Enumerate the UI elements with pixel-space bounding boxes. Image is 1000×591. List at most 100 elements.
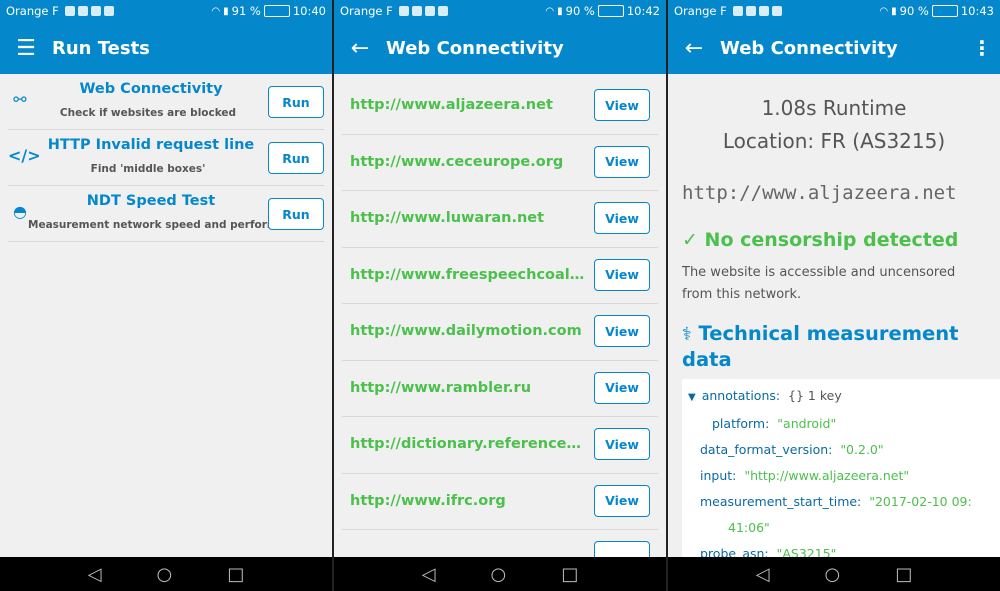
json-row-annotations[interactable]: ▼ annotations: {} 1 key xyxy=(688,383,994,411)
url-label: http://www.ceceurope.org xyxy=(350,153,564,170)
test-item-web-connectivity: ⚯ Web Connectivity Check if websites are… xyxy=(8,74,324,130)
view-button[interactable]: View xyxy=(594,484,650,517)
technical-data-title: Technical measurement data xyxy=(682,322,959,371)
verdict-label: No censorship detected xyxy=(704,229,959,251)
system-nav-bar: ◁ ○ □ xyxy=(668,557,1000,591)
url-label: http://www.freespeechcoalitio... xyxy=(350,266,586,283)
stethoscope-icon: ⚕ xyxy=(682,324,692,345)
technical-data-heading: ⚕ Technical measurement data xyxy=(682,321,992,372)
json-key: probe_asn: xyxy=(700,546,769,557)
battery-icon xyxy=(931,5,958,17)
url-label: http://dictionary.reference.com xyxy=(350,436,586,452)
view-button-partial[interactable] xyxy=(594,541,650,557)
home-nav-icon[interactable]: ○ xyxy=(491,564,507,585)
back-arrow-icon[interactable]: ← xyxy=(668,36,720,61)
list-item[interactable]: http://www.dailymotion.com View xyxy=(342,304,658,361)
back-nav-icon[interactable]: ◁ xyxy=(88,564,102,585)
clock: 10:40 xyxy=(292,4,326,18)
list-item[interactable]: http://www.ifrc.org View xyxy=(342,474,658,530)
view-button[interactable]: View xyxy=(594,89,650,121)
measurement-detail: 1.08s Runtime Location: FR (AS3215) http… xyxy=(668,74,1000,557)
view-button[interactable]: View xyxy=(594,145,650,178)
hamburger-menu-icon[interactable]: ☰ xyxy=(0,36,52,61)
view-button[interactable]: View xyxy=(594,202,650,234)
json-meta: {} 1 key xyxy=(788,388,842,403)
carrier-label: Orange F xyxy=(340,4,393,18)
view-button[interactable]: View xyxy=(594,371,650,404)
status-bar: Orange F ◠ ▮ 90 % 10:42 xyxy=(334,0,666,22)
system-nav-bar: ◁ ○ □ xyxy=(0,557,332,591)
json-key: data_format_version: xyxy=(700,442,833,457)
collapse-triangle-icon[interactable]: ▼ xyxy=(688,392,696,403)
app-bar: ☰ Run Tests xyxy=(0,22,332,74)
url-label: http://www.rambler.ru xyxy=(350,379,532,396)
url-label: http://www.luwaran.net xyxy=(350,210,545,226)
back-nav-icon[interactable]: ◁ xyxy=(756,564,770,585)
wifi-icon: ◠ xyxy=(211,5,221,17)
input-url: http://www.aljazeera.net xyxy=(682,182,957,204)
test-description: Measurement network speed and performanc… xyxy=(28,219,306,231)
json-key: input: xyxy=(700,468,737,483)
home-nav-icon[interactable]: ○ xyxy=(157,564,173,585)
recents-nav-icon[interactable]: □ xyxy=(227,564,244,585)
url-list-screen: Orange F ◠ ▮ 90 % 10:42 ← Web Connectivi… xyxy=(334,0,666,591)
wifi-icon: ◠ xyxy=(545,5,555,17)
notification-icons xyxy=(64,6,114,16)
url-label: http://www.ifrc.org xyxy=(350,492,506,509)
home-nav-icon[interactable]: ○ xyxy=(825,564,841,585)
back-arrow-icon[interactable]: ← xyxy=(334,36,386,61)
test-name: HTTP Invalid request line xyxy=(47,137,255,153)
page-title: Web Connectivity xyxy=(720,37,898,59)
clock: 10:42 xyxy=(626,4,660,18)
battery-label: 90 % xyxy=(565,4,595,18)
notification-icons xyxy=(398,6,448,16)
notification-icons xyxy=(732,6,782,16)
json-value: "AS3215" xyxy=(776,546,837,557)
status-bar: Orange F ◠ ▮ 91 % 10:40 xyxy=(0,0,332,22)
app-bar: ← Web Connectivity xyxy=(334,22,666,74)
location-label: Location: FR (AS3215) xyxy=(722,129,946,153)
json-row-platform: platform: "android" xyxy=(688,411,994,437)
run-button[interactable]: Run xyxy=(268,86,324,118)
list-item[interactable]: http://www.freespeechcoalitio... View xyxy=(342,248,658,304)
more-vert-icon[interactable]: ⋮ xyxy=(964,36,1000,60)
view-button[interactable]: View xyxy=(594,315,650,347)
list-item[interactable]: http://www.rambler.ru View xyxy=(342,361,658,417)
json-row-data-format-version: data_format_version: "0.2.0" xyxy=(688,437,994,463)
app-bar: ← Web Connectivity ⋮ xyxy=(668,22,1000,74)
list-item[interactable]: http://dictionary.reference.com View xyxy=(342,417,658,474)
test-name: NDT Speed Test xyxy=(86,193,216,209)
list-item-partial[interactable] xyxy=(342,530,658,557)
test-item-http-invalid-request-line: </> HTTP Invalid request line Find 'midd… xyxy=(8,130,324,186)
check-circle-icon: ✓ xyxy=(682,229,698,251)
wifi-icon: ◠ xyxy=(879,5,889,17)
json-row-input: input: "http://www.aljazeera.net" xyxy=(688,463,994,489)
json-viewer: ▼ annotations: {} 1 key platform: "androi… xyxy=(682,379,1000,557)
back-nav-icon[interactable]: ◁ xyxy=(422,564,436,585)
battery-icon xyxy=(597,5,624,17)
json-value: "http://www.aljazeera.net" xyxy=(744,468,910,483)
signal-icon: ▮ xyxy=(223,5,229,17)
verdict-description: The website is accessible and uncensored… xyxy=(682,265,956,302)
runtime-label: 1.08s Runtime xyxy=(761,96,907,120)
list-item[interactable]: http://www.luwaran.net View xyxy=(342,191,658,248)
view-button[interactable]: View xyxy=(594,428,650,460)
url-list: http://www.aljazeera.net View http://www… xyxy=(334,74,666,557)
view-button[interactable]: View xyxy=(594,258,650,291)
carrier-label: Orange F xyxy=(6,4,59,18)
test-list: ⚯ Web Connectivity Check if websites are… xyxy=(0,74,332,557)
recents-nav-icon[interactable]: □ xyxy=(561,564,578,585)
test-description: Find 'middle boxes' xyxy=(90,163,206,175)
url-label: http://www.aljazeera.net xyxy=(350,97,553,113)
test-name: Web Connectivity xyxy=(79,81,223,97)
run-button[interactable]: Run xyxy=(268,142,324,174)
recents-nav-icon[interactable]: □ xyxy=(895,564,912,585)
run-button[interactable]: Run xyxy=(268,198,324,230)
json-key: measurement_start_time: xyxy=(700,494,862,509)
json-value: "2017-02-10 09: xyxy=(869,494,972,509)
url-label: http://www.dailymotion.com xyxy=(350,323,582,339)
json-value: "0.2.0" xyxy=(840,442,884,457)
list-item[interactable]: http://www.ceceurope.org View xyxy=(342,135,658,191)
carrier-label: Orange F xyxy=(674,4,727,18)
list-item[interactable]: http://www.aljazeera.net View xyxy=(342,78,658,135)
